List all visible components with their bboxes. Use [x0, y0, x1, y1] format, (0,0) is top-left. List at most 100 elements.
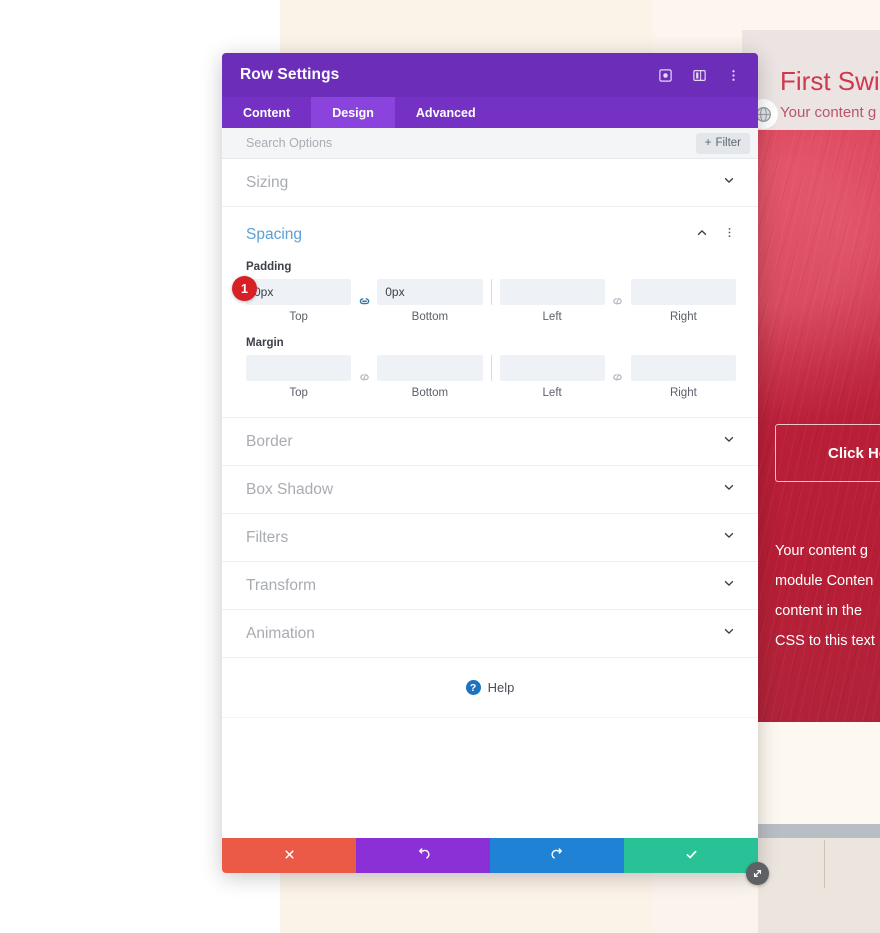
section-transform[interactable]: Transform — [222, 562, 758, 610]
chevron-down-icon — [722, 528, 736, 547]
section-animation-label: Animation — [246, 624, 315, 642]
padding-right-cell: Right — [630, 279, 736, 323]
modal-header: Row Settings — [222, 53, 758, 97]
unlink-icon-margin-left-right[interactable] — [605, 370, 631, 385]
resize-handle[interactable] — [746, 862, 769, 885]
padding-right-input[interactable] — [630, 279, 736, 305]
cancel-button[interactable] — [222, 838, 356, 873]
margin-right-caption: Right — [669, 387, 697, 399]
checkmark-icon — [684, 847, 699, 865]
red-body-line: CSS to this text — [775, 633, 875, 649]
section-filters[interactable]: Filters — [222, 514, 758, 562]
chevron-down-icon — [722, 480, 736, 499]
margin-right-cell: Right — [630, 355, 736, 399]
split-layout-icon[interactable] — [690, 66, 708, 84]
modal-header-actions — [656, 66, 742, 84]
margin-left-caption: Left — [542, 387, 562, 399]
unlink-icon-margin-top-bottom[interactable] — [351, 370, 377, 385]
chevron-down-icon — [722, 576, 736, 595]
lower-white-strip — [758, 722, 880, 824]
padding-top-cell: Top — [246, 279, 352, 323]
field-divider — [490, 355, 492, 381]
more-vertical-icon[interactable] — [724, 66, 742, 84]
redo-icon — [550, 847, 565, 865]
step-badge-1: 1 — [232, 276, 257, 301]
red-panel-body: Your content g module Conten content in … — [775, 536, 880, 656]
margin-bottom-cell: Bottom — [377, 355, 483, 399]
section-filters-label: Filters — [246, 528, 289, 546]
padding-bottom-caption: Bottom — [411, 311, 449, 323]
gray-band — [758, 824, 880, 838]
click-here-button[interactable]: Click He — [775, 424, 880, 482]
padding-right-caption: Right — [669, 311, 697, 323]
hero-subtitle: Your content g — [780, 104, 877, 121]
margin-left-right-group: Left Right — [499, 355, 736, 399]
margin-bottom-caption: Bottom — [411, 387, 449, 399]
modal-body: Sizing Spacing Padding 1 0px Top 0px Bot… — [222, 159, 758, 838]
bottom-beige-area — [758, 838, 880, 933]
row-settings-modal: Row Settings Content Design Advanced Sea… — [222, 53, 769, 885]
question-circle-icon: ? — [465, 680, 481, 695]
section-border-label: Border — [246, 432, 293, 450]
section-border[interactable]: Border — [222, 418, 758, 466]
section-spacing: Spacing Padding 1 0px Top 0px Bottom Lef… — [222, 207, 758, 418]
section-sizing[interactable]: Sizing — [222, 159, 758, 207]
padding-left-cell: Left — [499, 279, 605, 323]
red-body-line: module Conten — [775, 573, 874, 589]
section-sizing-label: Sizing — [246, 173, 289, 191]
hero-title: First Swip — [780, 66, 880, 96]
close-icon — [283, 848, 296, 864]
section-spacing-label: Spacing — [246, 226, 303, 243]
section-animation[interactable]: Animation — [222, 610, 758, 658]
tab-content[interactable]: Content — [222, 97, 311, 128]
modal-tabs: Content Design Advanced — [222, 97, 758, 128]
margin-bottom-input[interactable] — [377, 355, 483, 381]
filter-button[interactable]: + Filter — [695, 132, 750, 154]
padding-top-bottom-group: Top Bottom — [246, 279, 483, 323]
modal-title: Row Settings — [240, 66, 340, 83]
margin-label: Margin — [246, 337, 284, 349]
redo-button[interactable] — [490, 838, 624, 873]
search-row: + Filter — [222, 128, 758, 159]
margin-top-input[interactable] — [246, 355, 352, 381]
padding-left-input[interactable] — [499, 279, 605, 305]
focus-icon[interactable] — [656, 66, 674, 84]
link-icon-padding-top-bottom[interactable] — [351, 294, 377, 309]
padding-left-caption: Left — [542, 311, 562, 323]
help-link[interactable]: ? Help — [222, 658, 758, 718]
padding-left-right-group: Left Right — [499, 279, 736, 323]
padding-bottom-cell: Bottom — [377, 279, 483, 323]
red-body-line: content in the — [775, 603, 863, 619]
chevron-up-icon[interactable] — [695, 226, 709, 245]
screen: First Swip Your content g Click He Your … — [0, 0, 880, 933]
margin-top-caption: Top — [289, 387, 308, 399]
plus-icon: + — [704, 137, 712, 149]
tab-design[interactable]: Design — [311, 97, 395, 128]
padding-fields: 1 Top — [232, 276, 736, 323]
margin-left-input[interactable] — [499, 355, 605, 381]
margin-fields: Top Bottom Left Right — [246, 355, 736, 399]
section-spacing-actions — [695, 226, 736, 245]
section-spacing-header[interactable]: Spacing — [246, 223, 736, 247]
chevron-down-icon — [722, 173, 736, 192]
search-input[interactable] — [246, 136, 696, 150]
red-body-line: Your content g — [775, 543, 868, 559]
unlink-icon-padding-left-right[interactable] — [605, 294, 631, 309]
undo-icon — [416, 847, 431, 865]
padding-bottom-input[interactable] — [377, 279, 483, 305]
field-divider — [490, 279, 492, 305]
undo-button[interactable] — [356, 838, 490, 873]
click-here-label: Click He — [828, 444, 880, 462]
margin-left-cell: Left — [499, 355, 605, 399]
section-box-shadow[interactable]: Box Shadow — [222, 466, 758, 514]
save-button[interactable] — [624, 838, 758, 873]
help-label: Help — [487, 680, 515, 695]
tab-advanced[interactable]: Advanced — [395, 97, 497, 128]
section-box-shadow-label: Box Shadow — [246, 480, 334, 498]
padding-top-caption: Top — [289, 311, 308, 323]
section-transform-label: Transform — [246, 576, 317, 594]
padding-top-input[interactable] — [246, 279, 352, 305]
more-vertical-icon[interactable] — [723, 226, 736, 244]
modal-footer — [222, 838, 769, 885]
margin-right-input[interactable] — [630, 355, 736, 381]
